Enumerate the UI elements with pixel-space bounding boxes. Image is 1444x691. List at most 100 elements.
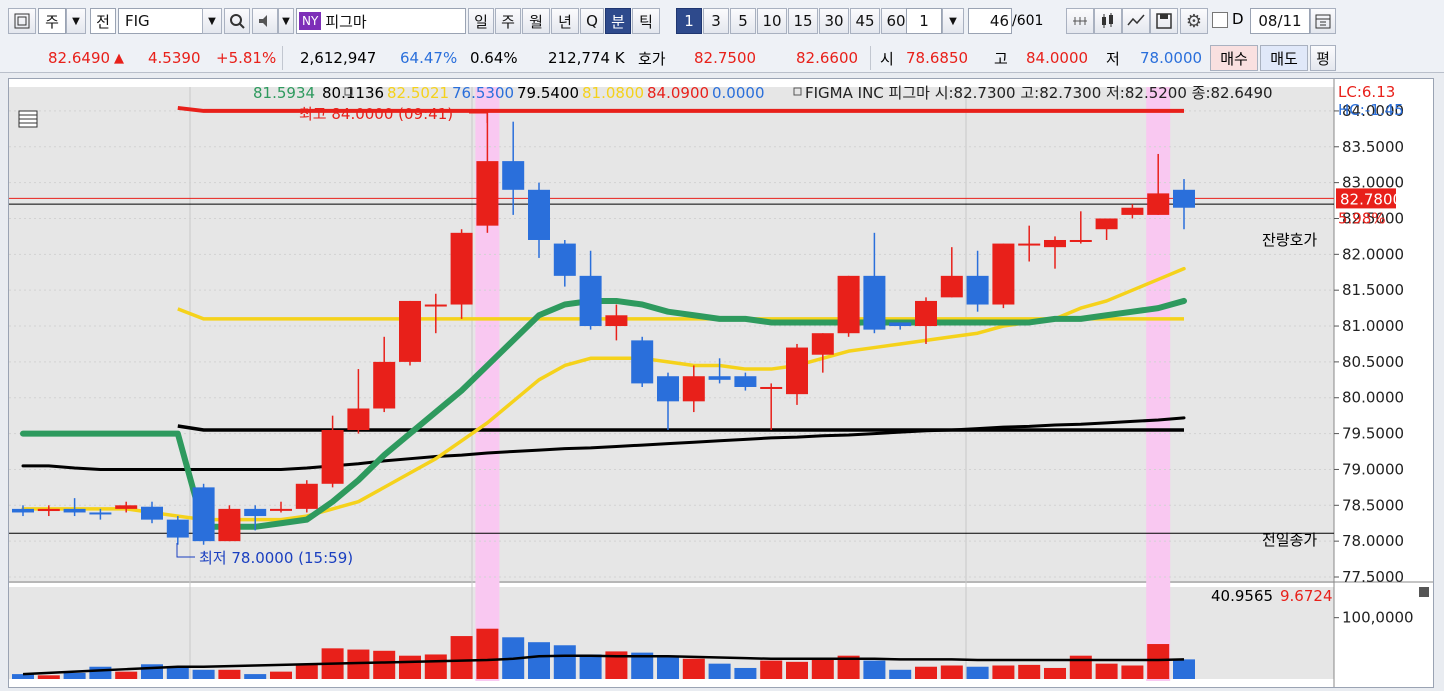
interval-tab-45[interactable]: 45 [850,8,880,34]
volume-legend-0: 40.9565 [1211,587,1273,605]
eval-button[interactable]: 평 [1310,45,1336,71]
layout-icon[interactable] [8,8,36,34]
candle-body [1018,243,1041,246]
volume-bar [244,674,267,679]
candle-tool-icon[interactable] [1094,8,1122,34]
symbol-input[interactable]: FIG [118,8,204,34]
ytick-label-9: 79.5000 [1342,425,1404,443]
lc-label: LC:6.13 [1338,83,1395,101]
volume-legend-1: 9.6724 [1280,587,1333,605]
ytick-label-10: 79.0000 [1342,460,1404,478]
high-price: 84.0000 [1026,49,1089,67]
period-tab-1[interactable]: 주 [495,8,521,34]
layout-icon-glyph [14,13,30,29]
d-label: D [1232,10,1244,28]
interval-tab-5[interactable]: 5 [730,8,756,34]
period-tab-6[interactable]: 틱 [632,8,660,34]
candle-body [37,508,60,512]
volume-bar [89,666,112,679]
current-price: 82.6490 [48,49,111,67]
volume-bar [424,654,447,679]
chart-panel[interactable]: 84.0000 83.5000 83.0000 82.5000 82.0000 81.50… [8,78,1434,688]
multiplier-dropdown-icon[interactable]: ▼ [942,8,964,34]
market-select[interactable]: 주 [38,8,66,34]
period-tab-4[interactable]: Q [580,8,604,34]
save-icon[interactable] [1150,8,1178,34]
ytick-label-13: 77.5000 [1342,568,1404,586]
volume-bar [786,661,808,679]
volume-bar [192,669,215,679]
volume-bar [553,645,576,679]
interval-tab-30[interactable]: 30 [819,8,849,34]
buy-button[interactable]: 매수 [1210,45,1258,71]
candle-body [708,376,731,380]
current-price-tag-text: 82.7800 [1340,190,1402,208]
volume-bar [966,666,989,679]
chart-type-icon[interactable] [1066,8,1094,34]
candle-body [863,275,886,330]
candle [992,243,1015,309]
volume-bar [992,665,1015,679]
period-tab-5[interactable]: 분 [605,8,631,34]
candle [218,505,241,542]
ytick-label-6: 81.0000 [1342,317,1404,335]
period-tab-0[interactable]: 일 [468,8,494,34]
ytick-label-7: 80.5000 [1342,353,1404,371]
candle-body [218,508,241,542]
candle-body [1121,207,1144,215]
volume-ratio: 64.47% [400,49,458,67]
interval-tab-15[interactable]: 15 [788,8,818,34]
ask-price: 82.7500 [694,49,757,67]
gear-icon[interactable]: ⚙ [1180,8,1208,34]
candle-body [837,275,860,334]
all-select[interactable]: 전 [90,8,116,34]
hc-label: HC:-1.45 [1338,101,1404,119]
volume-bar [889,669,912,679]
max-price-label: 최고 84.0000 (09:41) [299,105,453,123]
page-current-input[interactable]: 46 [968,8,1012,34]
sound-dropdown-icon[interactable]: ▼ [278,8,294,34]
quote-bar: 82.6490 ▲ 4.5390 +5.81% 2,612,947 64.47%… [0,42,1444,73]
candle-body [424,304,447,307]
period-tab-2[interactable]: 월 [522,8,550,34]
change-arrow-icon: ▲ [114,50,124,66]
volume-bar [760,660,783,679]
candle-body [553,243,576,276]
ytick-label-12: 78.0000 [1342,532,1404,550]
anchor-line-label: 잔량호가 [1262,231,1317,249]
exchange-badge: NY [299,12,322,30]
price-change: 4.5390 [148,49,201,67]
volume-bar [734,667,757,679]
candle-body [373,361,396,409]
symbol-dropdown-icon[interactable]: ▼ [202,8,222,34]
stock-name-field[interactable]: NY 피그마 [296,8,466,34]
interval-tab-3[interactable]: 3 [703,8,729,34]
candle-body [270,508,292,511]
current-price-pct: 5.98% [1338,209,1386,227]
search-icon[interactable] [224,8,250,34]
trend-tool-icon[interactable] [1122,8,1150,34]
price-chart[interactable]: 84.000083.500083.000082.500082.000081.50… [9,79,1433,687]
legend-item-4: 79.5400 [517,84,579,102]
volume-bar [1147,644,1170,679]
period-tab-3[interactable]: 년 [551,8,579,34]
interval-tab-10[interactable]: 10 [757,8,787,34]
candle-body [1173,189,1195,208]
candle-body [811,333,834,355]
ytick-label-11: 78.5000 [1342,496,1404,514]
bid-price: 82.6600 [796,49,859,67]
sound-icon[interactable] [252,8,278,34]
multiplier-input[interactable]: 1 [906,8,942,34]
market-dropdown-icon[interactable]: ▼ [66,8,86,34]
interval-tab-1[interactable]: 1 [676,8,702,34]
calendar-icon[interactable] [1310,8,1336,34]
min-price-label: 최저 78.0000 (15:59) [199,549,353,567]
date-input[interactable]: 08/11 [1250,8,1310,34]
candle-body [682,376,705,402]
candle-body [631,340,654,384]
ytick-label-4: 82.0000 [1342,245,1404,263]
volume-bar [682,658,705,679]
d-checkbox[interactable] [1212,12,1228,28]
sell-button[interactable]: 매도 [1260,45,1308,71]
prev-close-label: 전일종가 [1262,531,1317,549]
